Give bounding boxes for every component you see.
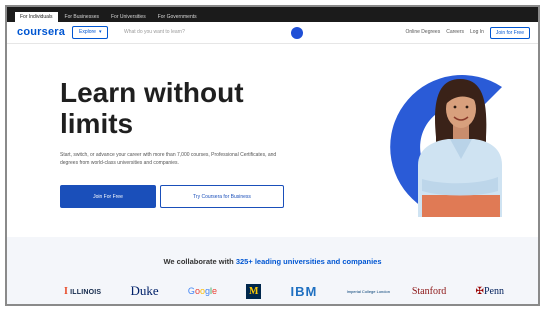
search-input[interactable]: What do you want to learn? xyxy=(120,26,298,39)
person-skirt xyxy=(422,195,500,217)
tab-for-governments[interactable]: For Governments xyxy=(153,12,202,22)
penn-shield-icon: ✠ xyxy=(475,285,484,297)
michigan-logo[interactable]: M xyxy=(246,283,262,299)
tab-for-individuals[interactable]: For Individuals xyxy=(15,12,58,22)
business-cta-button[interactable]: Try Coursera for Business xyxy=(160,185,284,208)
duke-logo[interactable]: Duke xyxy=(131,283,159,299)
hero-person-graphic xyxy=(390,75,502,217)
explore-button[interactable]: Explore ▾ xyxy=(72,26,109,39)
imperial-college-logo[interactable]: Imperial College London xyxy=(347,289,390,294)
browser-frame: For Individuals For Businesses For Unive… xyxy=(5,5,540,306)
explore-label: Explore xyxy=(79,29,96,35)
ibm-logo[interactable]: IBM xyxy=(291,284,318,299)
chevron-down-icon: ▾ xyxy=(98,29,102,35)
join-free-cta-button[interactable]: Join For Free xyxy=(60,185,156,208)
hero-title-line-1: Learn without xyxy=(60,77,244,108)
coursera-logo[interactable]: coursera xyxy=(17,26,65,38)
partners-section: We collaborate with 325+ leading univers… xyxy=(7,237,538,304)
stanford-logo[interactable]: Stanford xyxy=(412,286,446,297)
tab-for-businesses[interactable]: For Businesses xyxy=(60,12,104,22)
partners-heading-accent[interactable]: 325+ leading universities and companies xyxy=(236,257,382,266)
hero-title-line-2: limits xyxy=(60,108,134,139)
log-in-link[interactable]: Log In xyxy=(470,26,484,39)
penn-logo[interactable]: ✠Penn xyxy=(476,286,504,297)
hero-title: Learn without limits xyxy=(60,77,244,139)
illinois-logo[interactable]: I ILLINOIS xyxy=(64,286,101,297)
join-for-free-button[interactable]: Join for Free xyxy=(489,26,530,39)
audience-bar: For Individuals For Businesses For Unive… xyxy=(7,7,538,22)
partners-heading-prefix: We collaborate with xyxy=(163,257,234,266)
hero-illustration xyxy=(352,67,538,217)
partner-logos: I ILLINOIS Duke Google M IBM Imperial Col… xyxy=(64,283,504,299)
header-nav: coursera Explore ▾ What do you want to l… xyxy=(7,22,538,44)
nav-links: Online Degrees Careers Log In Join for F… xyxy=(405,26,530,39)
tab-for-universities[interactable]: For Universities xyxy=(106,12,151,22)
hero-subtitle: Start, switch, or advance your career wi… xyxy=(60,152,277,166)
search-icon[interactable] xyxy=(291,27,303,39)
google-logo[interactable]: Google xyxy=(188,286,217,296)
online-degrees-link[interactable]: Online Degrees xyxy=(405,26,440,39)
careers-link[interactable]: Careers xyxy=(446,26,464,39)
partners-heading: We collaborate with 325+ leading univers… xyxy=(7,257,538,266)
